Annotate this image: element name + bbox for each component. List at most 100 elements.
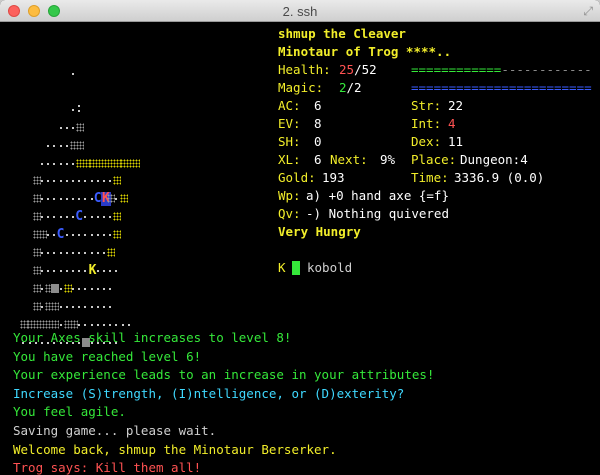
floor-tile [59, 198, 62, 201]
floor-tile [103, 216, 105, 219]
stone-wall [51, 301, 60, 311]
monster-name: kobold [307, 260, 353, 275]
open-door: C [75, 209, 84, 225]
floor-tile [72, 108, 74, 111]
floor-tile [47, 216, 50, 219]
window-title: 2. ssh [282, 4, 318, 19]
floor-tile [41, 180, 43, 183]
stone-wall [32, 194, 41, 204]
magic-bar: ======================== [411, 80, 592, 95]
floor-tile [53, 252, 56, 254]
floor-tile [78, 198, 81, 201]
stone-wall [76, 122, 85, 132]
floor-tile [65, 162, 68, 165]
floor-tile [96, 305, 99, 308]
floor-tile [96, 287, 99, 290]
floor-tile [65, 180, 68, 183]
floor-tile [65, 216, 68, 219]
floor-tile [65, 144, 68, 147]
monster-health-indicator [292, 261, 300, 275]
message-line: Increase (S)trength, (I)ntelligence, or … [13, 385, 405, 401]
floor-tile [115, 269, 118, 272]
floor-tile [109, 323, 112, 326]
player-name: shmup the Cleaver [278, 26, 406, 41]
floor-tile [84, 252, 87, 254]
terminal-window: 2. ssh ⤢ CKCCK shmup the Cleaver Minotau… [0, 0, 600, 475]
floor-tile [84, 323, 87, 326]
floor-tile [47, 162, 50, 165]
floor-tile [78, 287, 81, 290]
floor-tile [90, 198, 93, 201]
floor-tile [72, 234, 74, 237]
lit-wall [119, 194, 128, 204]
floor-tile [41, 198, 43, 201]
message-line: Welcome back, shmup the Minotaur Berserk… [13, 441, 337, 457]
fullscreen-icon[interactable]: ⤢ [583, 4, 593, 19]
open-door: C [56, 227, 65, 243]
str-value: 22 [448, 98, 464, 113]
floor-tile [59, 305, 62, 308]
ev-label: EV: [278, 116, 301, 131]
message-line: You have reached level 6! [13, 348, 202, 364]
stone-wall [39, 230, 47, 240]
lit-wall [107, 248, 116, 257]
place-value: Dungeon:4 [460, 152, 528, 167]
ev-value: 8 [314, 116, 322, 131]
floor-tile [103, 234, 105, 237]
stone-wall [32, 301, 41, 311]
message-line: You feel agile. [13, 404, 126, 420]
kobold-monster: K [88, 262, 97, 278]
message-line: Saving game... please wait. [13, 423, 217, 438]
floor-tile [84, 234, 87, 237]
place-label: Place: [411, 152, 457, 167]
floor-tile [90, 252, 93, 254]
health-label: Health: [278, 62, 331, 77]
lit-wall [113, 176, 122, 186]
floor-tile [72, 216, 74, 219]
floor-tile [96, 252, 99, 254]
floor-tile [72, 180, 74, 183]
floor-tile [72, 73, 74, 75]
floor-tile [65, 269, 68, 272]
floor-tile [53, 216, 56, 219]
floor-tile [47, 269, 50, 272]
floor-tile [115, 323, 118, 326]
floor-tile [59, 162, 62, 165]
floor-tile [96, 234, 99, 237]
stone-wall [76, 140, 85, 150]
lit-wall [63, 283, 72, 293]
dex-label: Dex: [411, 134, 442, 149]
floor-tile [90, 287, 93, 290]
title-bar: 2. ssh ⤢ [0, 0, 600, 22]
stone-block [51, 283, 60, 293]
floor-tile [53, 234, 56, 237]
floor-tile [90, 216, 93, 219]
floor-tile [90, 305, 93, 308]
weapon-label: Wp: [278, 188, 301, 203]
floor-tile [90, 323, 93, 326]
floor-tile [103, 252, 105, 254]
floor-tile [109, 216, 112, 219]
dex-value: 11 [448, 134, 464, 149]
ac-label: AC: [278, 98, 301, 113]
floor-tile [72, 162, 74, 165]
magic-value: 2/2 [339, 80, 362, 95]
floor-tile [103, 287, 105, 290]
floor-tile [47, 144, 50, 147]
ac-value: 6 [314, 98, 322, 113]
floor-tile [59, 323, 62, 326]
floor-tile [109, 305, 112, 308]
dungeon-map: CKCCK [0, 22, 270, 347]
floor-tile [84, 180, 87, 183]
floor-tile [84, 269, 87, 272]
monster-glyph: K [278, 260, 286, 275]
floor-tile [41, 269, 43, 272]
weapon-value: a) +0 hand axe {=f} [306, 188, 449, 203]
floor-tile [96, 216, 99, 219]
floor-tile [96, 180, 99, 183]
message-line: Your Axes skill increases to level 8! [13, 330, 292, 345]
stone-wall [32, 176, 41, 186]
floor-tile [109, 180, 112, 183]
floor-tile [115, 198, 118, 201]
sh-value: 0 [314, 134, 322, 149]
